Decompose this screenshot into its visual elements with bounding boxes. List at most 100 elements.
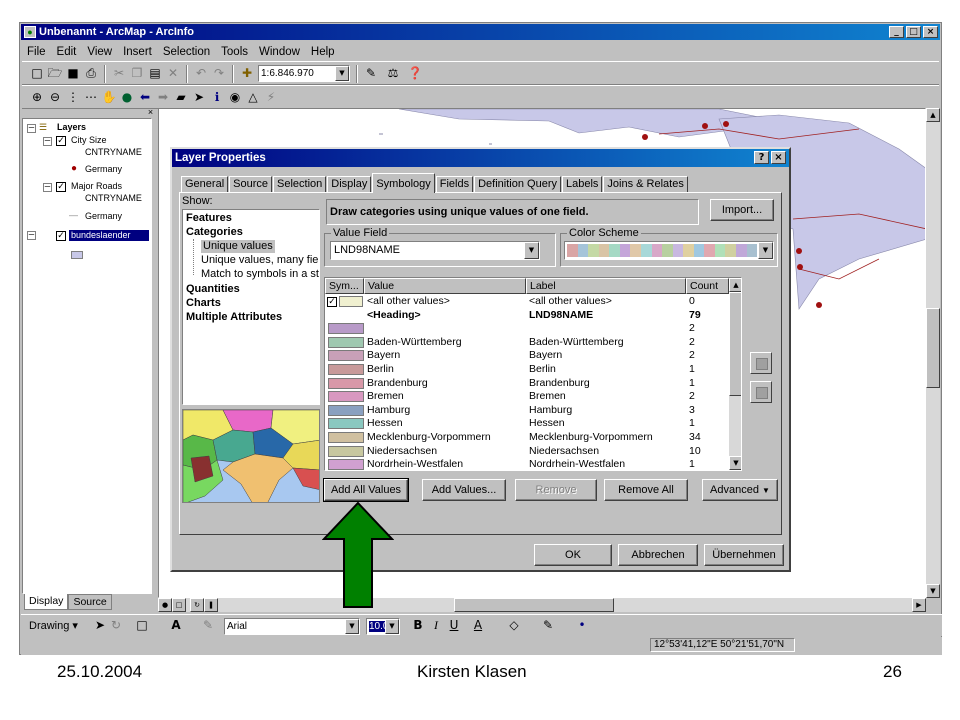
tab-display[interactable]: Display <box>327 176 372 193</box>
collapse-icon[interactable]: – <box>43 137 52 146</box>
tab-source[interactable]: Source <box>68 594 112 610</box>
table-row[interactable]: Hamburg Hamburg 3 <box>325 404 729 418</box>
symbol-swatch[interactable] <box>328 323 364 335</box>
fixed-zoom-out-icon[interactable]: ⋯ <box>82 89 100 106</box>
zoom-in-icon[interactable]: ⊕ <box>28 89 46 106</box>
whats-this-icon[interactable]: ❓ <box>406 65 424 82</box>
new-icon[interactable]: □ <box>28 65 46 82</box>
grid-scrollbar[interactable]: ▲ ▼ <box>729 278 741 470</box>
font-combo[interactable]: Arial ▼ <box>224 618 360 635</box>
back-icon[interactable]: ⬅ <box>136 89 154 106</box>
help-button[interactable]: ? <box>754 151 769 164</box>
menu-view[interactable]: View <box>86 43 113 61</box>
table-row[interactable]: Hessen Hessen 1 <box>325 417 729 431</box>
col-header-value[interactable]: Value <box>364 278 526 294</box>
table-row[interactable]: Bayern Bayern 2 <box>325 349 729 363</box>
import-button[interactable]: Import... <box>710 199 774 221</box>
all-other-values-checkbox[interactable]: ✓ <box>327 297 337 307</box>
apply-button[interactable]: Übernehmen <box>704 544 784 566</box>
pan-icon[interactable]: ✋ <box>100 89 118 106</box>
full-extent-icon[interactable]: ● <box>118 89 136 106</box>
table-row[interactable]: Berlin Berlin 1 <box>325 363 729 377</box>
window-titlebar[interactable]: ● Unbenannt - ArcMap - ArcInfo _ □ × <box>21 24 940 40</box>
menu-file[interactable]: File <box>26 43 47 61</box>
map-scale-combo[interactable]: 1:6.846.970 ▼ <box>258 65 350 82</box>
toc-close-icon[interactable]: × <box>146 108 155 117</box>
refresh-icon[interactable]: ↻ <box>190 598 204 612</box>
table-row[interactable]: Baden-Württemberg Baden-Württemberg 2 <box>325 336 729 350</box>
menu-selection[interactable]: Selection <box>162 43 211 61</box>
paste-icon[interactable]: ▤ <box>146 65 164 82</box>
ok-button[interactable]: OK <box>534 544 612 566</box>
hyperlink-icon[interactable]: ⚡ <box>262 89 280 106</box>
layer-visibility-checkbox[interactable]: ✓ <box>56 136 66 146</box>
symbol-swatch[interactable] <box>328 445 364 457</box>
scroll-up-icon[interactable]: ▲ <box>729 278 741 292</box>
layer-visibility-checkbox[interactable]: ✓ <box>56 231 66 241</box>
move-up-button[interactable] <box>750 352 772 374</box>
menu-edit[interactable]: Edit <box>56 43 78 61</box>
scroll-thumb[interactable] <box>729 292 741 396</box>
identify-icon[interactable]: ℹ <box>208 89 226 106</box>
symbol-grid[interactable]: Sym... Value Label Count ✓ <all other val… <box>324 277 742 471</box>
chevron-down-icon[interactable]: ▼ <box>385 619 399 634</box>
menu-window[interactable]: Window <box>258 43 301 61</box>
font-color-icon[interactable]: A <box>469 617 487 634</box>
dialog-titlebar[interactable]: Layer Properties ? × <box>172 149 789 167</box>
redo-icon[interactable]: ↷ <box>210 65 228 82</box>
symbol-swatch[interactable] <box>328 404 364 416</box>
map-horizontal-scrollbar[interactable]: ● □ ↻ ❚ ▶ <box>158 598 926 612</box>
close-button[interactable]: × <box>923 26 938 38</box>
tab-selection[interactable]: Selection <box>273 176 327 193</box>
zoom-out-icon[interactable]: ⊖ <box>46 89 64 106</box>
tab-joins-relates[interactable]: Joins & Relates <box>603 176 688 193</box>
layer-visibility-checkbox[interactable]: ✓ <box>56 182 66 192</box>
symbol-swatch[interactable] <box>328 432 364 443</box>
collapse-icon[interactable]: – <box>43 183 52 192</box>
symbol-swatch[interactable] <box>328 391 364 403</box>
marker-color-icon[interactable]: • <box>573 617 591 634</box>
table-row[interactable]: Mecklenburg-Vorpommern Mecklenburg-Vorpom… <box>325 431 729 445</box>
open-icon[interactable]: 🗁 <box>46 65 64 82</box>
value-field-select[interactable]: LND98NAME ▼ <box>330 241 540 260</box>
layer-name[interactable]: Major Roads <box>71 181 122 192</box>
edit-vertices-icon[interactable]: ✎ <box>199 617 217 634</box>
measure-icon[interactable]: △ <box>244 89 262 106</box>
symbol-swatch[interactable] <box>328 377 364 389</box>
scroll-right-icon[interactable]: ▶ <box>912 598 926 612</box>
scroll-thumb[interactable] <box>926 308 940 388</box>
save-icon[interactable]: ■ <box>64 65 82 82</box>
print-icon[interactable]: ⎙ <box>82 65 100 82</box>
table-row[interactable]: Niedersachsen Niedersachsen 10 <box>325 445 729 459</box>
undo-icon[interactable]: ↶ <box>192 65 210 82</box>
tree-item-charts[interactable]: Charts <box>186 297 221 310</box>
tree-item-unique-values[interactable]: Unique values <box>201 240 275 253</box>
select-features-icon[interactable]: ▰ <box>172 89 190 106</box>
move-down-button[interactable] <box>750 381 772 403</box>
scroll-thumb[interactable] <box>454 598 614 612</box>
layer-name-selected[interactable]: bundeslaender <box>69 230 149 241</box>
symbol-swatch[interactable] <box>328 364 364 375</box>
renderer-tree[interactable]: Features Categories Unique values Unique… <box>182 209 320 405</box>
table-row[interactable]: ✓ <all other values> <all other values> 0 <box>325 295 729 309</box>
find-icon[interactable]: ◉ <box>226 89 244 106</box>
font-size-combo[interactable]: 10.0 ▼ <box>366 618 400 635</box>
line-symbol-icon[interactable]: — <box>69 210 78 221</box>
tree-item-categories[interactable]: Categories <box>186 226 243 239</box>
collapse-icon[interactable]: – <box>27 231 36 240</box>
cut-icon[interactable]: ✂ <box>110 65 128 82</box>
tree-item-match-to-symbols[interactable]: Match to symbols in a style <box>201 268 319 281</box>
symbol-swatch[interactable] <box>328 336 364 348</box>
color-scheme-select[interactable]: ▼ <box>564 241 774 260</box>
fill-color-icon[interactable]: ◇ <box>505 617 523 634</box>
table-row[interactable]: Brandenburg Brandenburg 1 <box>325 377 729 391</box>
tree-item-quantities[interactable]: Quantities <box>186 283 240 296</box>
add-all-values-button[interactable]: Add All Values <box>323 478 409 502</box>
bold-icon[interactable]: B <box>409 617 427 634</box>
scroll-down-icon[interactable]: ▼ <box>729 456 741 470</box>
chevron-down-icon[interactable]: ▼ <box>335 66 349 81</box>
add-data-icon[interactable]: ✚ <box>238 65 256 82</box>
toc-root-label[interactable]: Layers <box>57 122 86 133</box>
table-row[interactable]: Nordrhein-Westfalen Nordrhein-Westfalen 1 <box>325 458 729 470</box>
data-view-icon[interactable]: □ <box>172 598 186 612</box>
